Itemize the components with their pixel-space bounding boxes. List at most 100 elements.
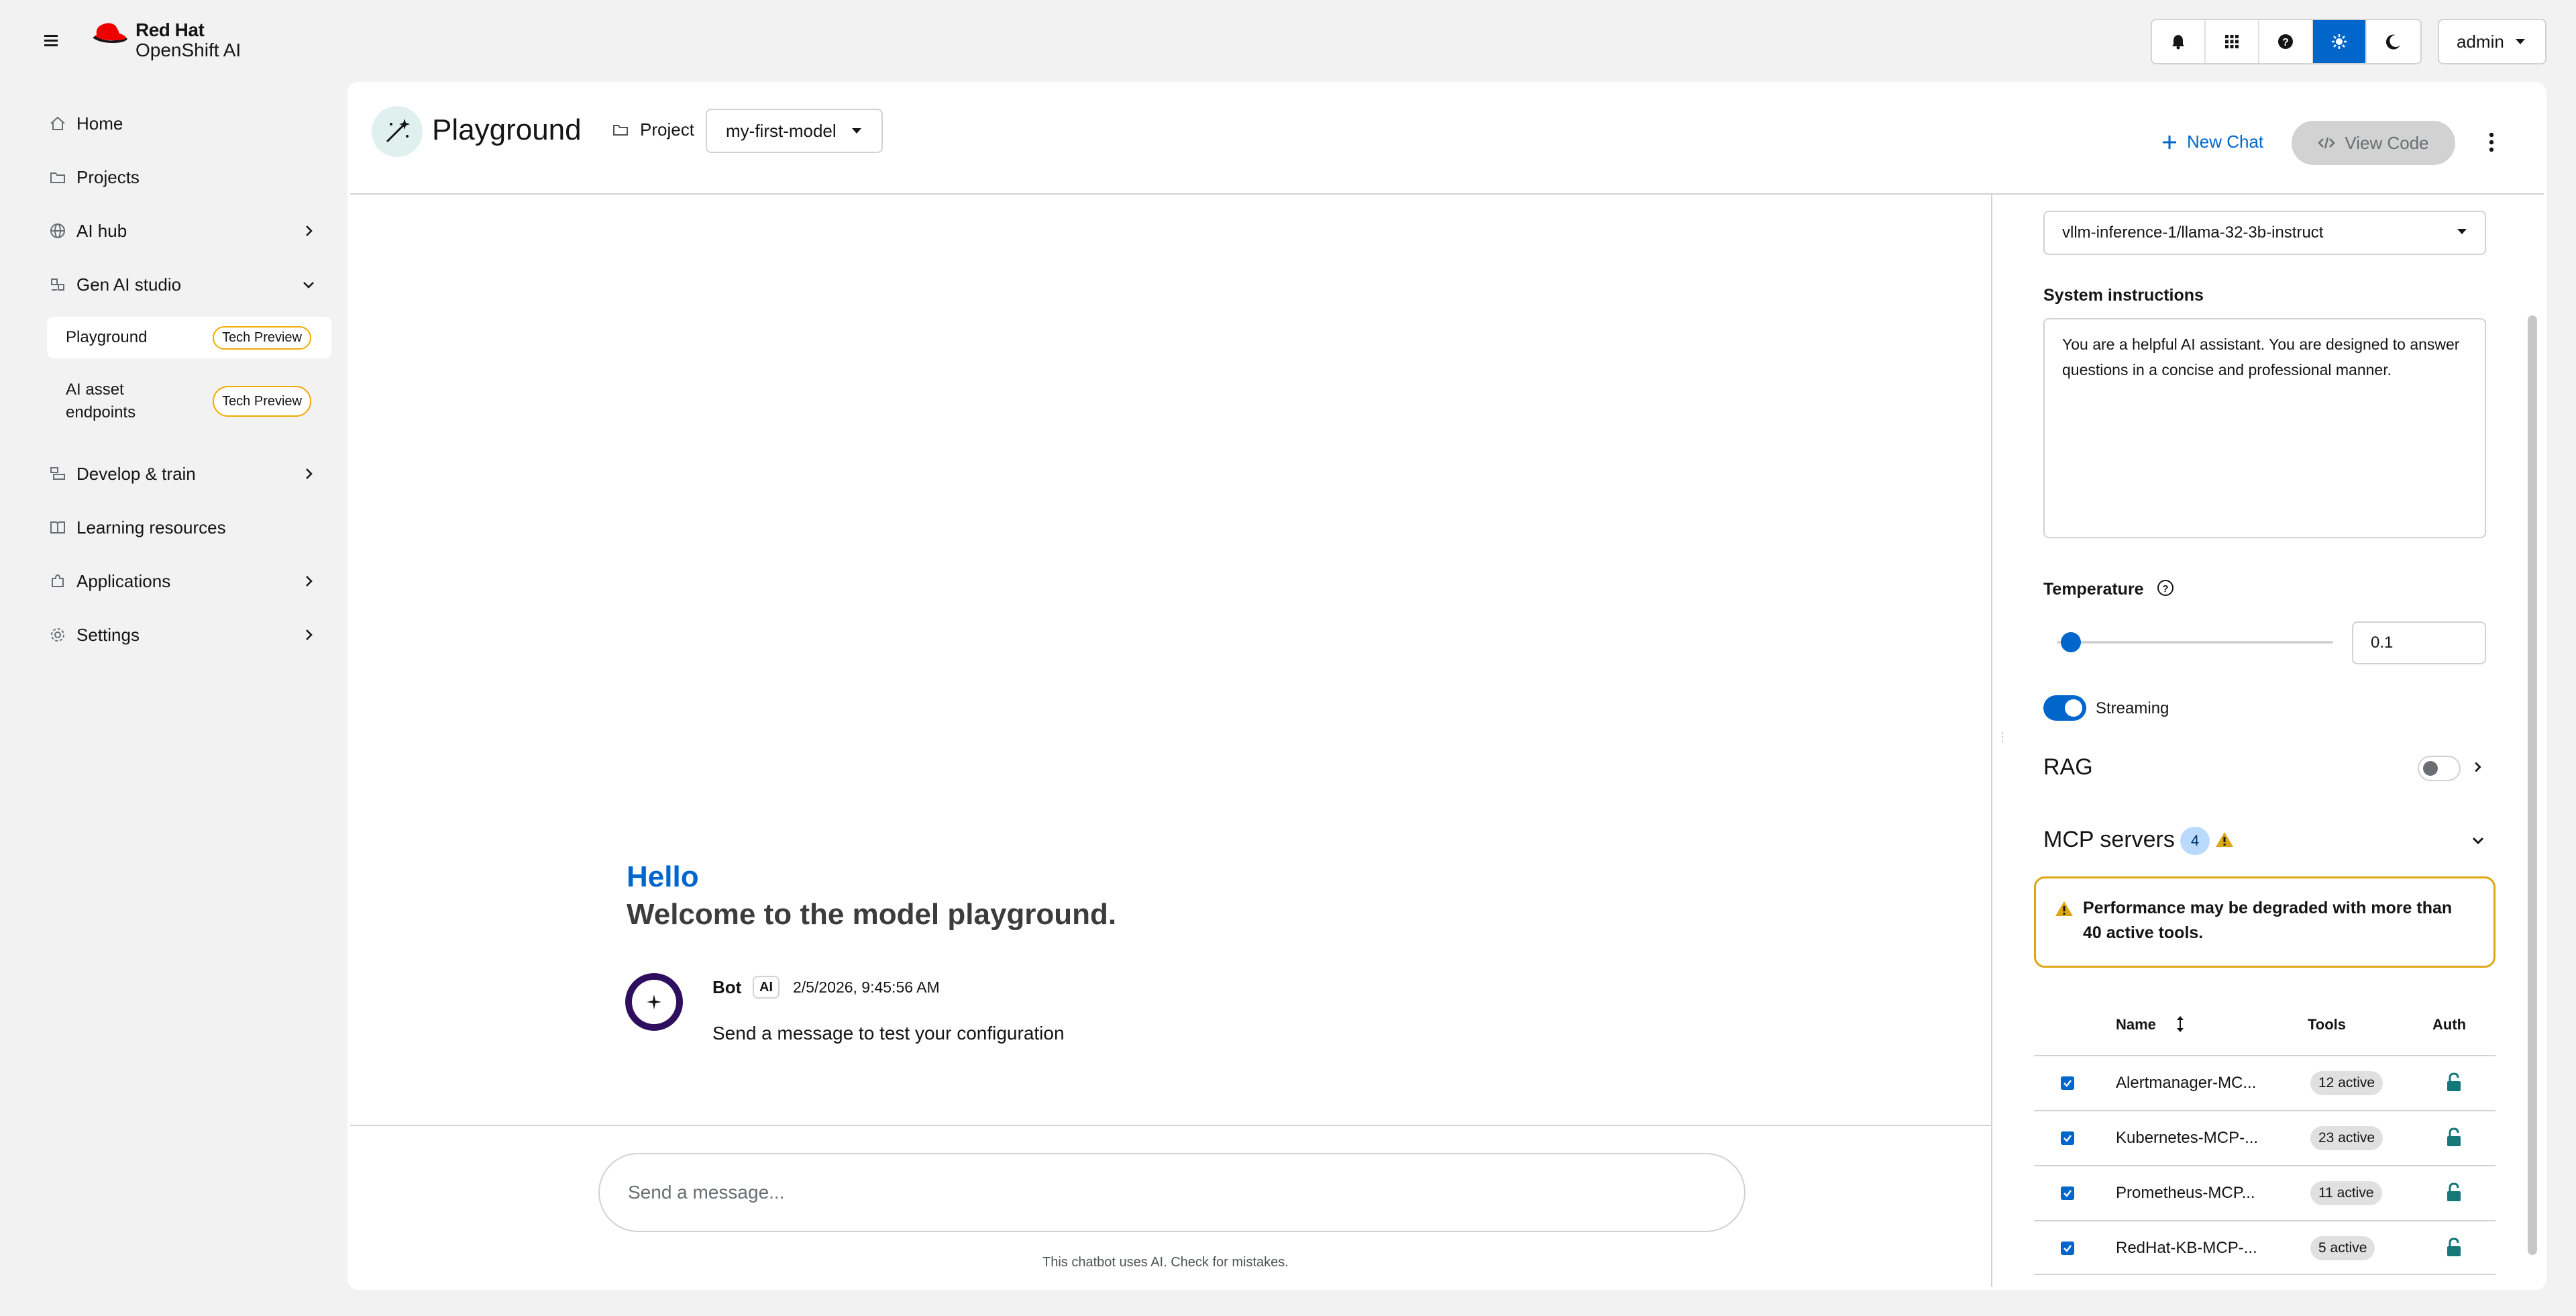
app-launcher-icon[interactable] (2206, 20, 2259, 63)
bot-message: Send a message to test your configuratio… (712, 1023, 1065, 1044)
user-menu[interactable]: admin (2438, 19, 2546, 64)
sidebar-item-home[interactable]: Home (48, 103, 317, 144)
tech-preview-badge: Tech Preview (213, 325, 311, 350)
kebab-menu-icon[interactable] (2487, 132, 2496, 153)
chevron-right-icon (306, 576, 313, 587)
sidebar-item-projects[interactable]: Projects (48, 157, 317, 197)
sidebar-item-label: Learning resources (76, 517, 226, 538)
sidebar-item-ai-asset-endpoints[interactable]: AI asset endpoints Tech Preview (47, 369, 331, 434)
ai-badge: AI (753, 976, 780, 999)
chevron-down-icon (303, 282, 314, 289)
sidebar-item-label: Home (76, 113, 123, 134)
temperature-input[interactable]: 0.1 (2352, 621, 2486, 664)
sidebar-item-playground[interactable]: Playground Tech Preview (47, 317, 331, 358)
splitter-grip-icon[interactable]: ⋮ (1996, 730, 2008, 744)
table-row: Alertmanager-MC... 12 active (2034, 1056, 2496, 1110)
sidebar-item-label: Projects (76, 166, 140, 187)
tools-count-badge: 23 active (2310, 1126, 2383, 1150)
sidebar-item-label: Gen AI studio (76, 274, 182, 295)
unlocked-icon[interactable] (2446, 1182, 2462, 1203)
chevron-right-icon (306, 629, 313, 640)
settings-panel-scrollbar[interactable] (2528, 315, 2537, 1255)
column-header-auth: Auth (2432, 1016, 2467, 1033)
row-checkbox[interactable] (2061, 1076, 2074, 1090)
row-checkbox[interactable] (2061, 1242, 2074, 1255)
playground-wand-icon (372, 106, 423, 157)
sparkle-icon (647, 995, 661, 1009)
help-icon[interactable]: ? (2259, 20, 2313, 63)
caret-down-icon (2457, 229, 2467, 234)
home-icon (50, 116, 65, 130)
help-circle-icon[interactable]: ? (2156, 578, 2175, 597)
unlocked-icon[interactable] (2446, 1072, 2462, 1093)
new-chat-label: New Chat (2187, 132, 2264, 152)
studio-icon (51, 279, 64, 291)
sidebar-item-label: Settings (76, 624, 140, 645)
system-instructions-textarea[interactable]: You are a helpful AI assistant. You are … (2043, 318, 2486, 538)
model-selector[interactable]: vllm-inference-1/llama-32-3b-instruct (2043, 211, 2486, 255)
sidebar-item-develop-train[interactable]: Develop & train (48, 454, 317, 494)
view-code-button[interactable]: View Code (2292, 121, 2455, 165)
row-checkbox[interactable] (2061, 1186, 2074, 1200)
server-name: RedHat-KB-MCP-... (2116, 1239, 2257, 1257)
warning-triangle-icon (2055, 901, 2073, 916)
sidebar-item-learning-resources[interactable]: Learning resources (48, 507, 317, 548)
header-divider (350, 193, 2544, 195)
check-icon (2063, 1080, 2072, 1087)
puzzle-icon (52, 574, 64, 587)
model-select-value: vllm-inference-1/llama-32-3b-instruct (2062, 223, 2324, 242)
mcp-section-title: MCP servers (2043, 827, 2175, 852)
notification-bell-icon[interactable] (2152, 20, 2206, 63)
server-name: Kubernetes-MCP-... (2116, 1129, 2259, 1147)
tools-count-badge: 5 active (2310, 1236, 2375, 1260)
row-checkbox[interactable] (2061, 1131, 2074, 1145)
streaming-toggle[interactable] (2043, 695, 2086, 721)
sort-icon[interactable] (2175, 1015, 2186, 1033)
sidebar-item-ai-hub[interactable]: AI hub (48, 211, 317, 251)
globe-icon (50, 223, 65, 238)
rag-section-title: RAG (2043, 754, 2093, 780)
column-header-name[interactable]: Name (2116, 1016, 2156, 1033)
sidebar-item-settings[interactable]: Settings (48, 615, 317, 655)
tools-count-badge: 11 active (2310, 1181, 2382, 1205)
chevron-right-icon[interactable] (2470, 760, 2485, 774)
panel-splitter[interactable] (1991, 195, 1992, 1287)
sidebar-item-applications[interactable]: Applications (48, 561, 317, 601)
table-divider (2034, 1274, 2496, 1275)
red-hat-logo[interactable]: Red Hat OpenShift AI (89, 19, 263, 66)
tools-count-badge: 12 active (2310, 1071, 2383, 1095)
sidebar-item-gen-ai-studio[interactable]: Gen AI studio (48, 264, 317, 305)
temperature-slider-thumb[interactable] (2060, 632, 2081, 652)
brand-line1: Red Hat (136, 19, 205, 40)
sidebar-subitem-label-line2: endpoints (66, 403, 136, 421)
caret-down-icon (851, 128, 861, 134)
warning-triangle-icon (2216, 832, 2233, 847)
project-selector[interactable]: my-first-model (706, 109, 883, 153)
unlocked-icon[interactable] (2446, 1237, 2462, 1258)
username: admin (2457, 31, 2504, 52)
gear-icon (51, 628, 64, 642)
unlocked-icon[interactable] (2446, 1127, 2462, 1148)
chat-hello-heading: Hello (627, 860, 699, 893)
sidebar-item-label: AI hub (76, 220, 127, 241)
chat-welcome-heading: Welcome to the model playground. (627, 898, 1117, 931)
streaming-label: Streaming (2096, 699, 2169, 717)
temperature-slider-track[interactable] (2057, 641, 2333, 644)
caret-down-icon (2515, 39, 2525, 44)
table-row: Kubernetes-MCP-... 23 active (2034, 1111, 2496, 1165)
sidebar-item-label: Develop & train (76, 463, 196, 484)
hamburger-menu-icon[interactable] (40, 30, 62, 51)
svg-text:?: ? (2162, 583, 2168, 595)
chevron-down-icon[interactable] (2470, 832, 2486, 848)
page-title: Playground (432, 113, 582, 146)
dark-theme-icon[interactable] (2367, 20, 2420, 63)
message-timestamp: 2/5/2026, 9:45:56 AM (793, 978, 940, 996)
mcp-count-badge: 4 (2180, 827, 2210, 855)
table-row: RedHat-KB-MCP-... 5 active (2034, 1221, 2496, 1275)
rag-toggle[interactable] (2418, 756, 2461, 781)
new-chat-button[interactable]: New Chat (2161, 132, 2263, 152)
svg-text:?: ? (2282, 37, 2289, 48)
server-name: Prometheus-MCP... (2116, 1184, 2255, 1202)
message-input[interactable]: Send a message... (598, 1153, 1746, 1232)
light-theme-icon[interactable] (2313, 20, 2367, 63)
